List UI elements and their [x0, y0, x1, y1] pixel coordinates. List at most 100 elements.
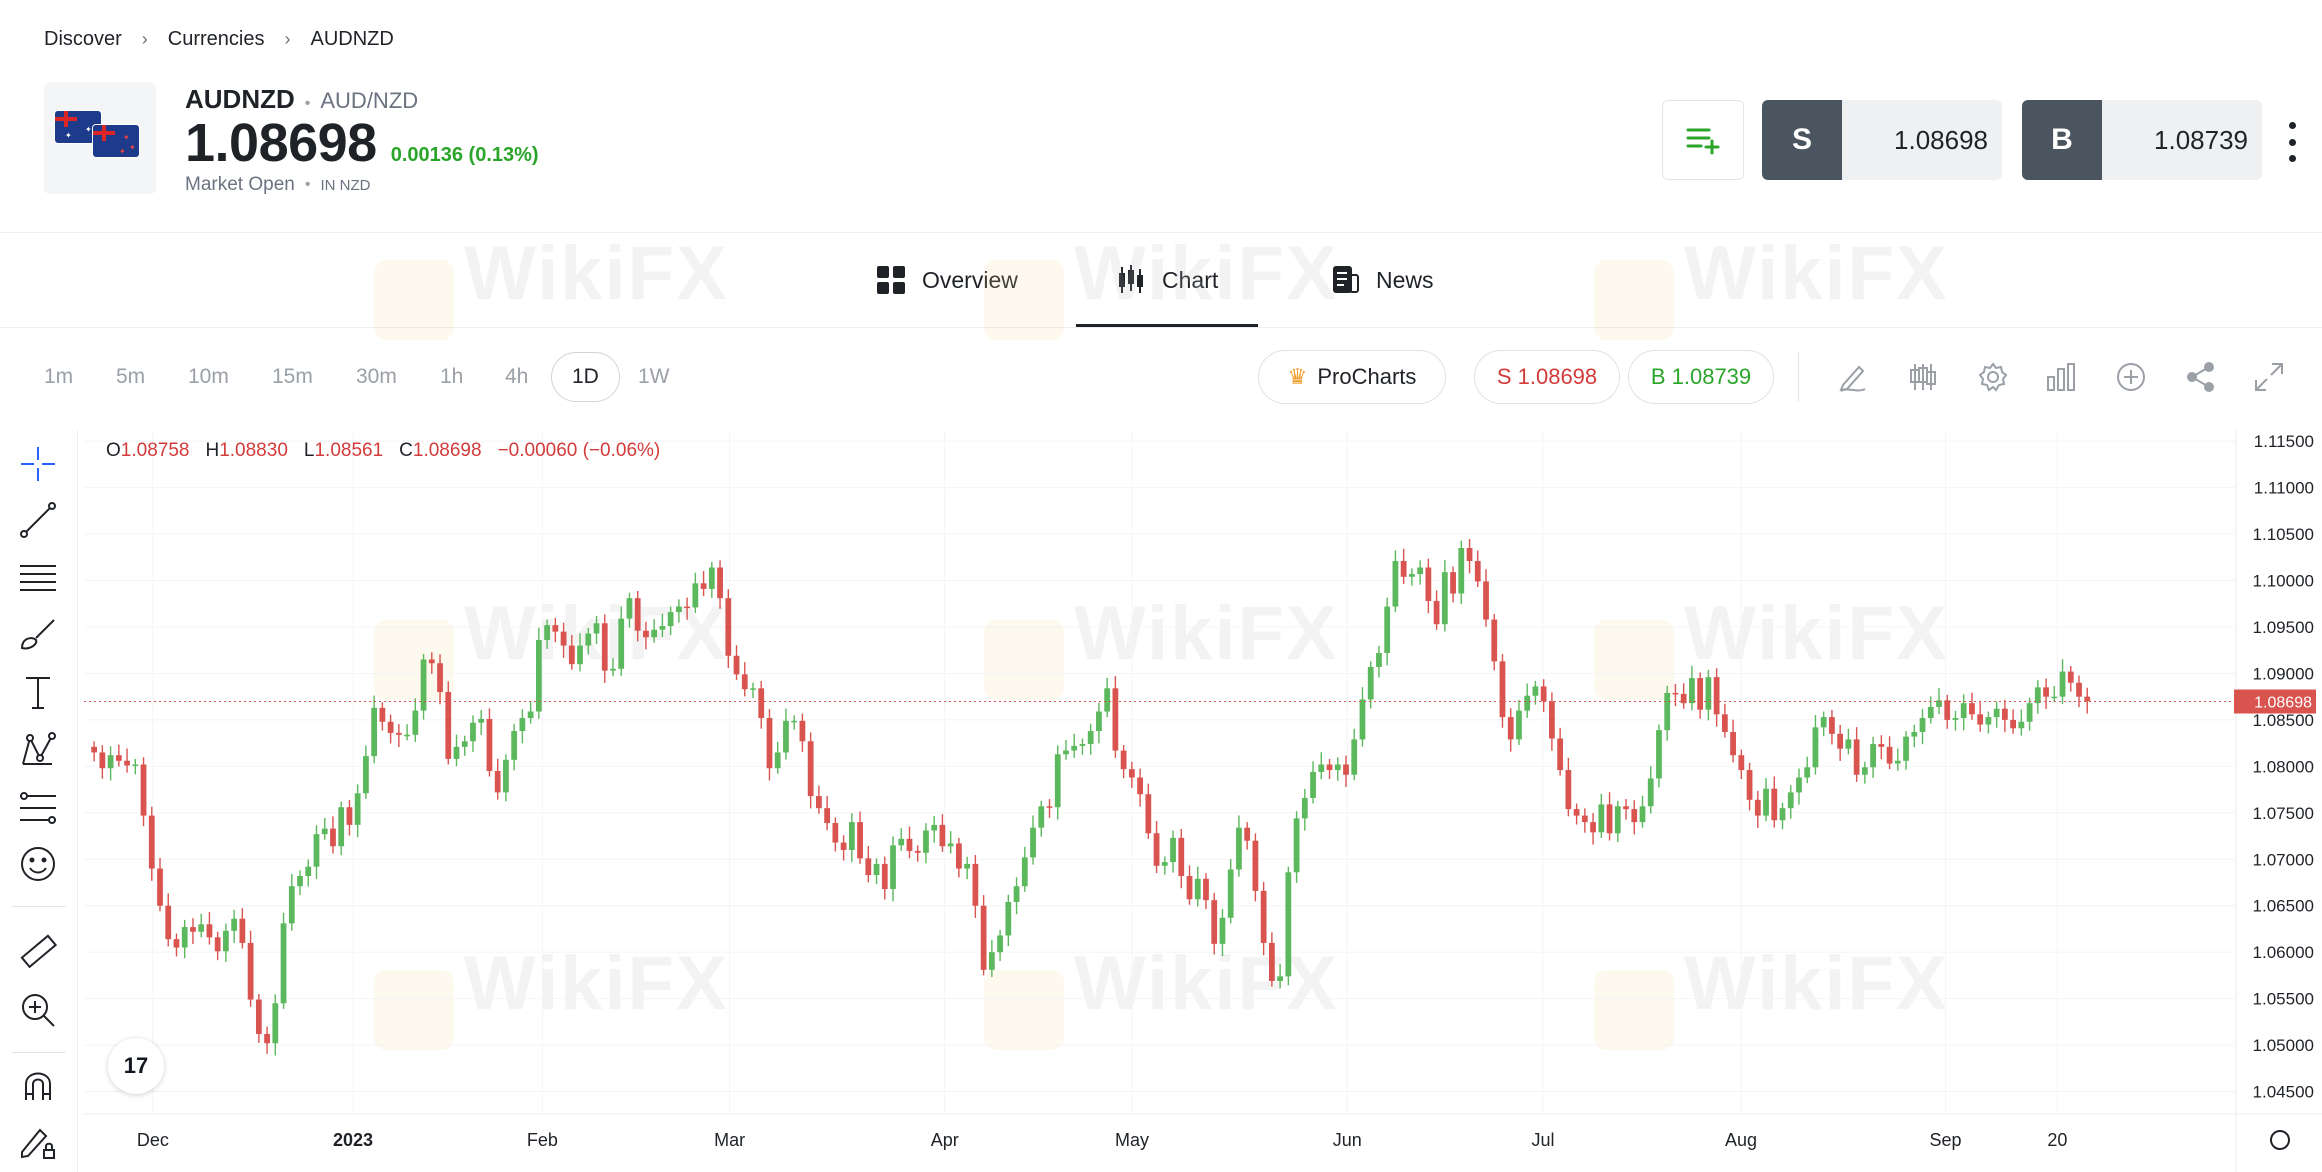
candle-body	[1409, 574, 1415, 577]
y-tick-label: 1.06500	[2253, 897, 2314, 916]
candle-body	[610, 668, 616, 671]
candle-body	[1104, 688, 1111, 712]
candle-body	[404, 734, 410, 737]
candle-body	[1186, 875, 1193, 900]
bars-icon[interactable]	[2042, 358, 2080, 396]
candle-body	[1507, 717, 1514, 740]
buy-button[interactable]: B 1.08739	[2022, 100, 2262, 180]
candlestick-chart[interactable]: 1.11500 1.11000 1.10500 1.10000 1.09500 1.090…	[84, 430, 2322, 1172]
candle-body	[1268, 942, 1275, 981]
candle-body	[214, 937, 221, 952]
candle-body	[799, 720, 806, 742]
candle-body	[1384, 606, 1391, 653]
procharts-button[interactable]: ♛ ProCharts	[1258, 350, 1446, 404]
candle-body	[560, 631, 567, 646]
candle-body	[1063, 750, 1069, 755]
candle-body	[1549, 701, 1555, 739]
candle-body	[750, 688, 756, 690]
timeframe-1h[interactable]: 1h	[440, 352, 463, 402]
watchlist-add-icon	[1686, 128, 1720, 155]
candle-body	[816, 796, 822, 809]
timeframe-1w[interactable]: 1W	[638, 352, 670, 402]
expand-icon[interactable]	[2250, 358, 2288, 396]
toolbar-divider	[1798, 352, 1799, 402]
buy-quick-button[interactable]: B 1.08739	[1628, 350, 1774, 404]
tab-news[interactable]: News	[1330, 233, 1434, 327]
candle-body	[791, 720, 798, 723]
candle-body	[848, 822, 855, 850]
candle-body	[1425, 567, 1432, 601]
timeframe-4h[interactable]: 4h	[505, 352, 528, 402]
ruler-icon[interactable]	[18, 932, 58, 972]
candle-body	[1697, 678, 1704, 710]
candle-body	[1664, 692, 1671, 731]
candle-body	[1367, 666, 1374, 700]
candle-body	[1359, 699, 1366, 740]
tradingview-logo[interactable]: 17	[108, 1038, 164, 1094]
settings-icon[interactable]	[1974, 358, 2012, 396]
magnet-icon[interactable]	[18, 1066, 58, 1106]
candle-body	[634, 598, 641, 631]
pattern-icon[interactable]	[18, 730, 58, 770]
y-tick-label: 1.09500	[2253, 618, 2314, 637]
add-to-watchlist-button[interactable]	[1662, 100, 1744, 180]
timeframe-1d[interactable]: 1D	[551, 352, 620, 402]
timeframe-15m[interactable]: 15m	[272, 352, 313, 402]
emoji-icon[interactable]	[18, 844, 58, 884]
brush-icon[interactable]	[18, 614, 58, 654]
share-icon[interactable]	[2182, 358, 2220, 396]
indicators-icon[interactable]	[1904, 358, 1942, 396]
candle-body	[1746, 770, 1753, 800]
tab-overview[interactable]: Overview	[876, 233, 1018, 327]
candle-body	[1227, 869, 1234, 918]
timeframe-30m[interactable]: 30m	[356, 352, 397, 402]
quote-currency: IN NZD	[320, 176, 371, 194]
trendline-icon[interactable]	[18, 500, 58, 540]
lock-draw-icon[interactable]	[18, 1122, 58, 1162]
candle-body	[1417, 567, 1424, 575]
zoom-in-icon[interactable]	[18, 990, 58, 1030]
candle-body	[997, 935, 1003, 953]
plus-circle-icon[interactable]	[2112, 358, 2150, 396]
candle-body	[91, 746, 98, 753]
candle-body	[659, 626, 666, 630]
text-icon[interactable]	[18, 672, 58, 712]
candle-body	[1573, 809, 1580, 816]
draw-icon[interactable]	[1834, 358, 1872, 396]
horizontal-lines-icon[interactable]	[18, 558, 58, 598]
fib-icon[interactable]	[18, 788, 58, 828]
crown-icon: ♛	[1287, 364, 1308, 389]
crosshair-icon[interactable]	[18, 444, 58, 484]
price-row: 1.08698 0.00136 (0.13%)	[185, 112, 539, 174]
candle-body	[288, 886, 295, 924]
candle-body	[1977, 714, 1984, 725]
price-chart[interactable]: WikiFX WikiFX WikiFX WikiFX WikiFX WikiF…	[84, 231, 2322, 1172]
candle-body	[1713, 677, 1720, 715]
candle-body	[511, 731, 518, 760]
candle-body	[832, 823, 839, 843]
more-options-icon[interactable]	[2282, 122, 2302, 162]
candle-body	[1079, 744, 1086, 746]
candle-body	[1985, 717, 1992, 725]
candle-body	[157, 868, 163, 906]
breadcrumb-currencies[interactable]: Currencies	[168, 28, 265, 51]
candle-body	[1277, 976, 1283, 981]
timeframe-5m[interactable]: 5m	[116, 352, 145, 402]
sell-button[interactable]: S 1.08698	[1762, 100, 2002, 180]
breadcrumb-discover[interactable]: Discover	[44, 28, 122, 51]
dot-separator: •	[304, 176, 311, 193]
candle-body	[527, 711, 534, 719]
procharts-label: ProCharts	[1317, 364, 1417, 389]
breadcrumb: Discover › Currencies › AUDNZD	[44, 28, 394, 51]
tab-chart[interactable]: Chart	[1075, 233, 1259, 327]
timeframe-10m[interactable]: 10m	[188, 352, 229, 402]
sell-quick-button[interactable]: S 1.08698	[1474, 350, 1620, 404]
candle-body	[2051, 696, 2058, 699]
candle-body	[1853, 739, 1860, 775]
timeframe-1m[interactable]: 1m	[44, 352, 73, 402]
y-tick-label: 1.05500	[2253, 990, 2314, 1009]
candle-body	[330, 828, 336, 847]
chevron-right-icon: ›	[284, 29, 291, 49]
ohlc-legend: O 1.08758 H 1.08830 L 1.08561 C 1.08698 …	[106, 440, 676, 462]
candle-body	[733, 655, 740, 675]
